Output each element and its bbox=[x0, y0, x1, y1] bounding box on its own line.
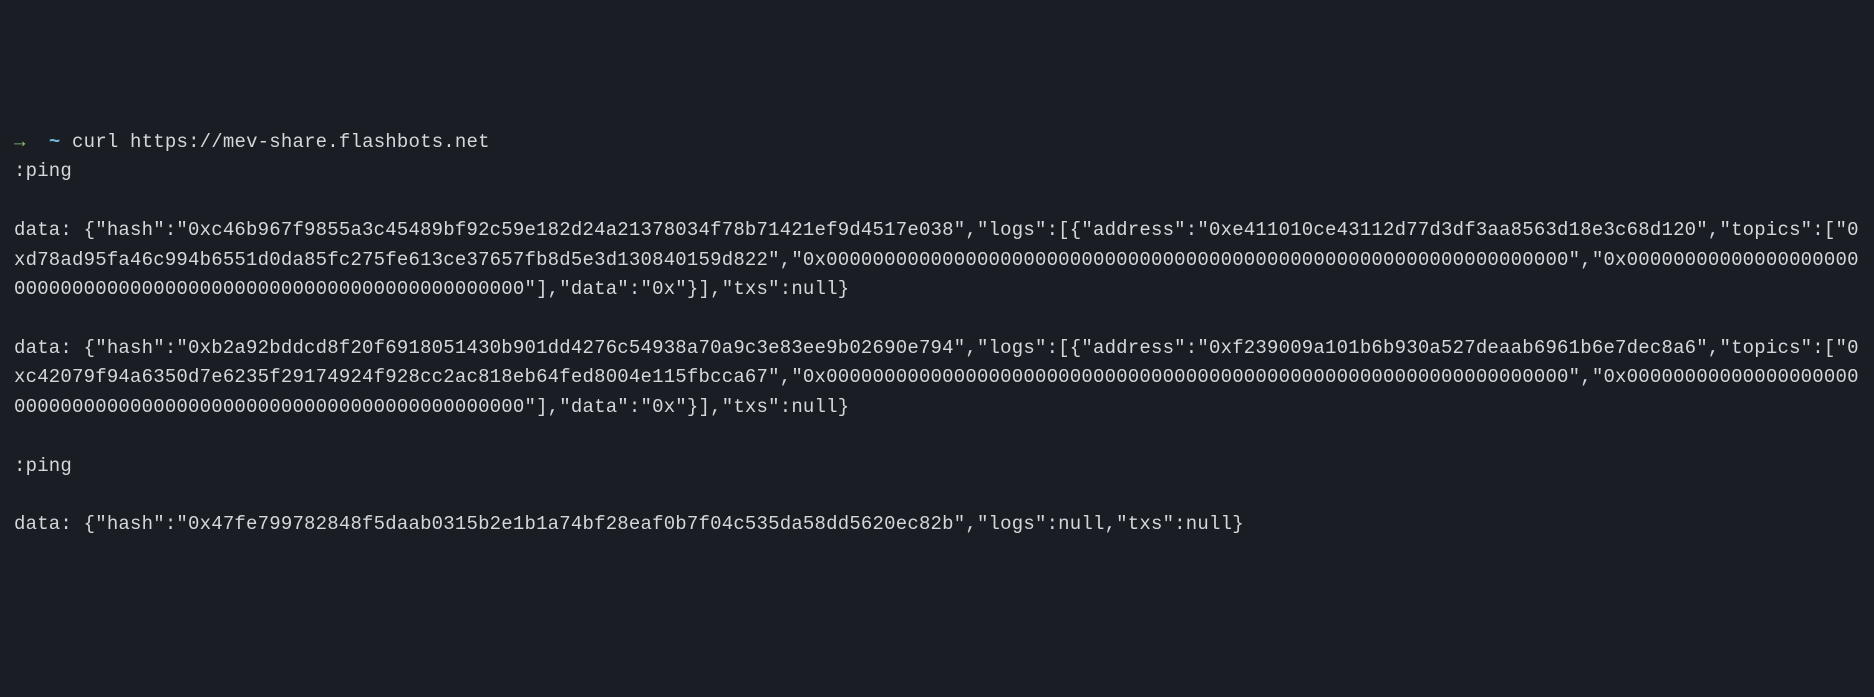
output-line: data: {"hash":"0x47fe799782848f5daab0315… bbox=[14, 510, 1860, 539]
command-text: curl https://mev-share.flashbots.net bbox=[72, 131, 490, 153]
blank-line bbox=[14, 481, 1860, 510]
blank-line bbox=[14, 304, 1860, 333]
prompt-cwd: ~ bbox=[49, 131, 61, 153]
prompt-arrow-icon: → bbox=[14, 131, 26, 153]
output-line: data: {"hash":"0xc46b967f9855a3c45489bf9… bbox=[14, 216, 1860, 304]
output-line: data: {"hash":"0xb2a92bddcd8f20f69180514… bbox=[14, 334, 1860, 422]
output-line: :ping bbox=[14, 157, 1860, 186]
prompt-line[interactable]: → ~ curl https://mev-share.flashbots.net bbox=[14, 128, 1860, 157]
output-line: :ping bbox=[14, 452, 1860, 481]
blank-line bbox=[14, 422, 1860, 451]
blank-line bbox=[14, 187, 1860, 216]
